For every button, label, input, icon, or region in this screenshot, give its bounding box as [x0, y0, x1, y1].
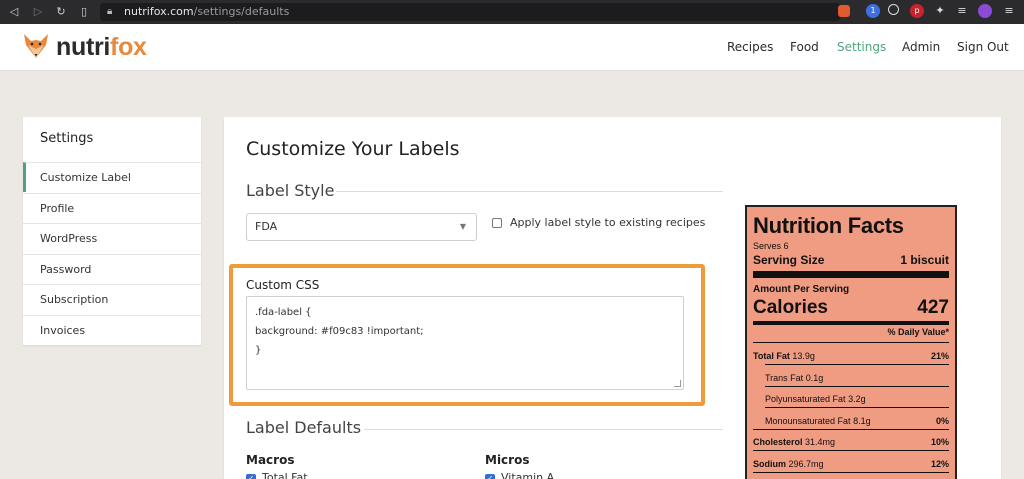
browser-toolbar: ◁ ▷ ↻ ▯ 🔒︎ nutrifox.com/settings/default… — [0, 0, 1024, 24]
extension-hexagon-icon[interactable] — [888, 4, 899, 15]
nf-rule — [753, 429, 949, 430]
apply-existing-label[interactable]: Apply label style to existing recipes — [510, 216, 705, 229]
nf-dv-total-fat: 21% — [930, 351, 949, 361]
macro-item-total-fat[interactable]: Total Fat — [262, 471, 308, 479]
back-icon[interactable]: ◁ — [6, 3, 22, 21]
macros-heading: Macros — [246, 453, 295, 467]
logo-wordmark[interactable]: nutrifox — [56, 32, 147, 62]
page-title: Customize Your Labels — [246, 138, 460, 160]
url-text: nutrifox.com/settings/defaults — [124, 5, 290, 18]
nf-row-monounsaturated-fat: Monounsaturated Fat 8.1g — [765, 416, 871, 426]
menu-icon[interactable]: ≡ — [1002, 4, 1016, 18]
brave-shield-icon[interactable] — [838, 5, 850, 17]
micro-item-vitamin-a[interactable]: Vitamin A — [501, 471, 554, 479]
nf-dv-cholesterol: 10% — [930, 437, 949, 447]
nf-title: Nutrition Facts — [753, 213, 904, 238]
resize-handle-icon[interactable] — [674, 380, 681, 387]
label-style-select-value: FDA — [255, 220, 278, 233]
nf-thick-rule — [753, 271, 949, 278]
nf-dv-monounsaturated-fat: 0% — [935, 416, 949, 426]
nf-rule — [765, 364, 949, 365]
password-manager-icon[interactable]: 1 — [866, 4, 880, 18]
nf-medium-rule — [753, 321, 949, 325]
address-bar[interactable]: 🔒︎ nutrifox.com/settings/defaults — [100, 3, 840, 21]
label-defaults-heading: Label Defaults — [246, 418, 362, 437]
nf-calories-label: Calories — [753, 297, 828, 318]
reload-icon[interactable]: ↻ — [53, 3, 69, 21]
nf-rule — [753, 472, 949, 473]
nav-recipes[interactable]: Recipes — [727, 24, 773, 71]
nav-admin[interactable]: Admin — [902, 24, 940, 71]
vitamin-a-checkbox[interactable]: ✓ — [485, 474, 495, 479]
custom-css-label: Custom CSS — [246, 278, 320, 292]
nav-sign-out[interactable]: Sign Out — [957, 24, 1009, 71]
chevron-down-icon: ▼ — [459, 222, 466, 231]
apply-existing-checkbox[interactable] — [492, 218, 502, 228]
nav-food[interactable]: Food — [790, 24, 819, 71]
sidebar-item-password[interactable]: Password — [23, 254, 201, 284]
profile-avatar-icon[interactable] — [978, 4, 992, 18]
nf-row-polyunsaturated-fat: Polyunsaturated Fat 3.2g — [765, 394, 866, 404]
nf-serving-size-value: 1 biscuit — [900, 253, 949, 267]
settings-sidebar: Settings Customize Label Profile WordPre… — [23, 117, 201, 345]
nf-rule — [753, 450, 949, 451]
nf-serves: Serves 6 — [753, 241, 789, 251]
nf-daily-value-header: % Daily Value* — [887, 327, 949, 337]
nf-amount-per-serving: Amount Per Serving — [753, 284, 850, 295]
forward-icon[interactable]: ▷ — [30, 3, 46, 21]
nf-row-trans-fat: Trans Fat 0.1g — [765, 373, 824, 383]
pinterest-icon[interactable]: p — [910, 4, 924, 18]
nf-calories-value: 427 — [917, 297, 949, 318]
nf-serving-size-label: Serving Size — [753, 253, 825, 267]
css-line: background: #f09c83 !important; — [255, 326, 424, 337]
nf-rule — [765, 386, 949, 387]
nf-rule — [765, 407, 949, 408]
playlist-icon[interactable]: ≡ — [955, 4, 969, 18]
micros-heading: Micros — [485, 453, 530, 467]
sidebar-item-invoices[interactable]: Invoices — [23, 315, 201, 345]
nutrition-facts-label: Nutrition Facts Serves 6 Serving Size 1 … — [745, 205, 957, 479]
fox-logo-icon[interactable] — [22, 32, 50, 60]
sidebar-title: Settings — [40, 131, 94, 146]
nf-dv-sodium: 12% — [930, 459, 949, 469]
sidebar-item-profile[interactable]: Profile — [23, 193, 201, 223]
site-header: nutrifox Recipes Food Settings Admin Sig… — [0, 24, 1024, 71]
lock-icon: 🔒︎ — [107, 6, 113, 17]
css-line: } — [255, 345, 262, 356]
puzzle-icon[interactable]: ✦ — [933, 4, 947, 18]
nav-settings[interactable]: Settings — [837, 24, 886, 71]
label-style-select[interactable]: FDA ▼ — [246, 213, 477, 241]
nf-rule — [753, 342, 949, 343]
custom-css-textarea[interactable]: .fda-label { background: #f09c83 !import… — [246, 296, 684, 390]
label-style-heading: Label Style — [246, 181, 335, 200]
nf-row-cholesterol: Cholesterol 31.4mg — [753, 437, 836, 447]
nf-row-sodium: Sodium 296.7mg — [753, 459, 824, 469]
customize-labels-panel: Customize Your Labels Label Style FDA ▼ … — [224, 117, 1001, 479]
divider — [336, 191, 723, 192]
nf-row-total-fat: Total Fat 13.9g — [753, 351, 815, 361]
sidebar-item-customize-label[interactable]: Customize Label — [23, 162, 201, 192]
bookmark-icon[interactable]: ▯ — [76, 3, 92, 21]
css-line: .fda-label { — [255, 307, 312, 318]
sidebar-item-wordpress[interactable]: WordPress — [23, 223, 201, 253]
total-fat-checkbox[interactable]: ✓ — [246, 474, 256, 479]
divider — [364, 429, 723, 430]
sidebar-item-subscription[interactable]: Subscription — [23, 284, 201, 314]
